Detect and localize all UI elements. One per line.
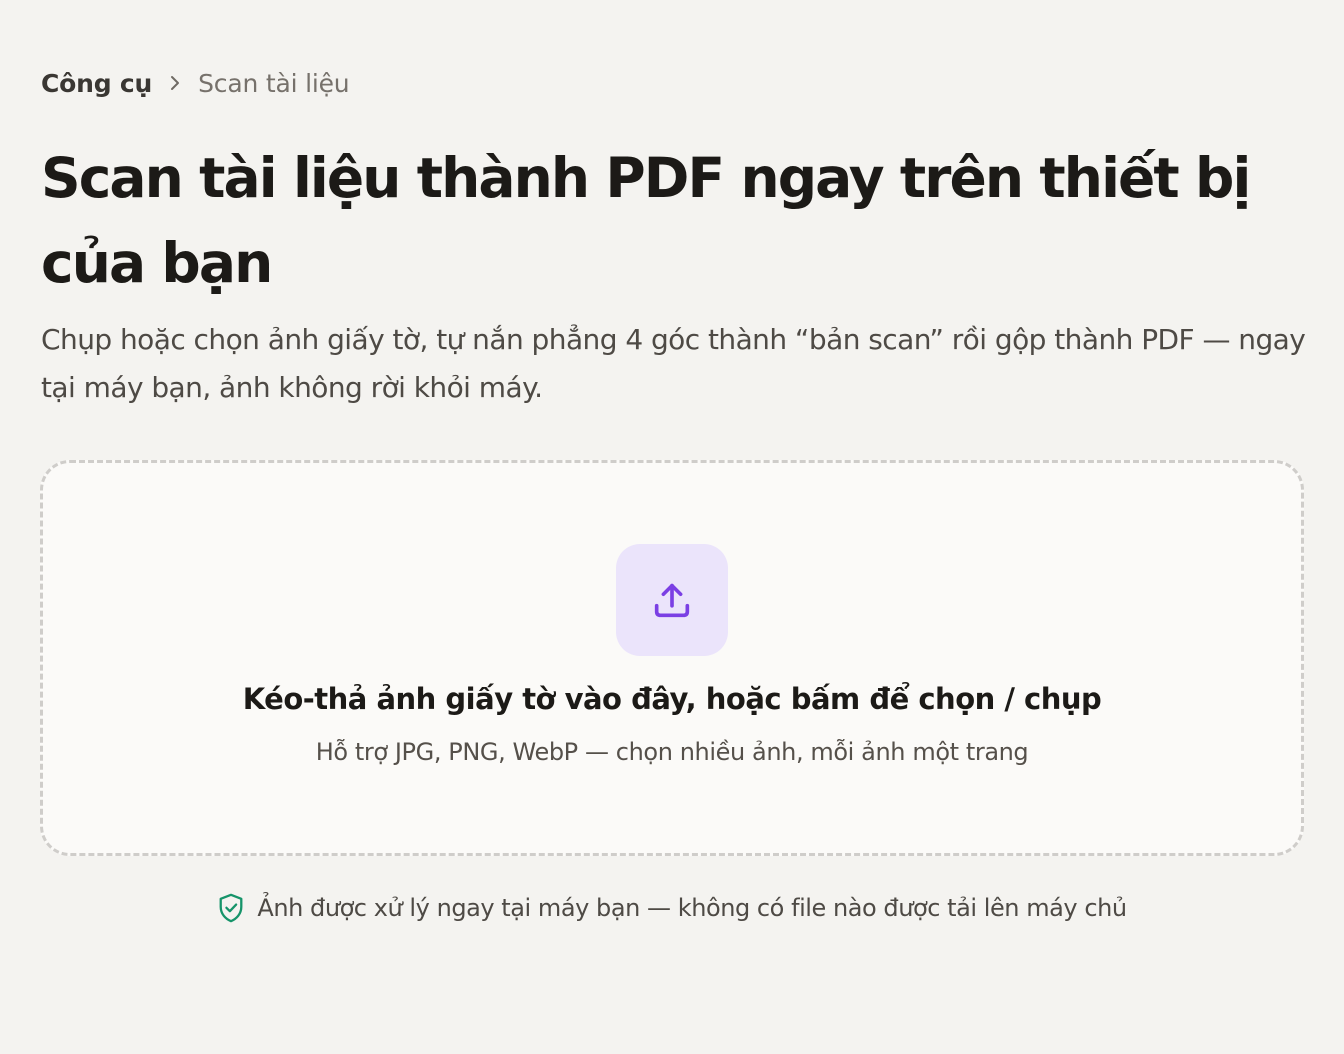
breadcrumb-current: Scan tài liệu	[198, 68, 350, 98]
privacy-text: Ảnh được xử lý ngay tại máy bạn — không …	[257, 894, 1127, 922]
dropzone-title: Kéo-thả ảnh giấy tờ vào đây, hoặc bấm để…	[242, 682, 1102, 716]
page-subtitle: Chụp hoặc chọn ảnh giấy tờ, tự nắn phẳng…	[41, 323, 1306, 404]
breadcrumb-link-tools[interactable]: Công cụ	[41, 69, 152, 98]
image-dropzone[interactable]: Kéo-thả ảnh giấy tờ vào đây, hoặc bấm để…	[40, 460, 1304, 856]
dropzone-hint: Hỗ trợ JPG, PNG, WebP — chọn nhiều ảnh, …	[315, 738, 1029, 766]
page-title: Scan tài liệu thành PDF ngay trên thiết …	[41, 146, 1251, 295]
chevron-right-icon	[152, 66, 198, 100]
shield-check-icon	[217, 892, 245, 924]
upload-icon	[616, 544, 728, 656]
privacy-notice: Ảnh được xử lý ngay tại máy bạn — không …	[0, 889, 1344, 927]
breadcrumb: Công cụ Scan tài liệu	[41, 66, 350, 100]
